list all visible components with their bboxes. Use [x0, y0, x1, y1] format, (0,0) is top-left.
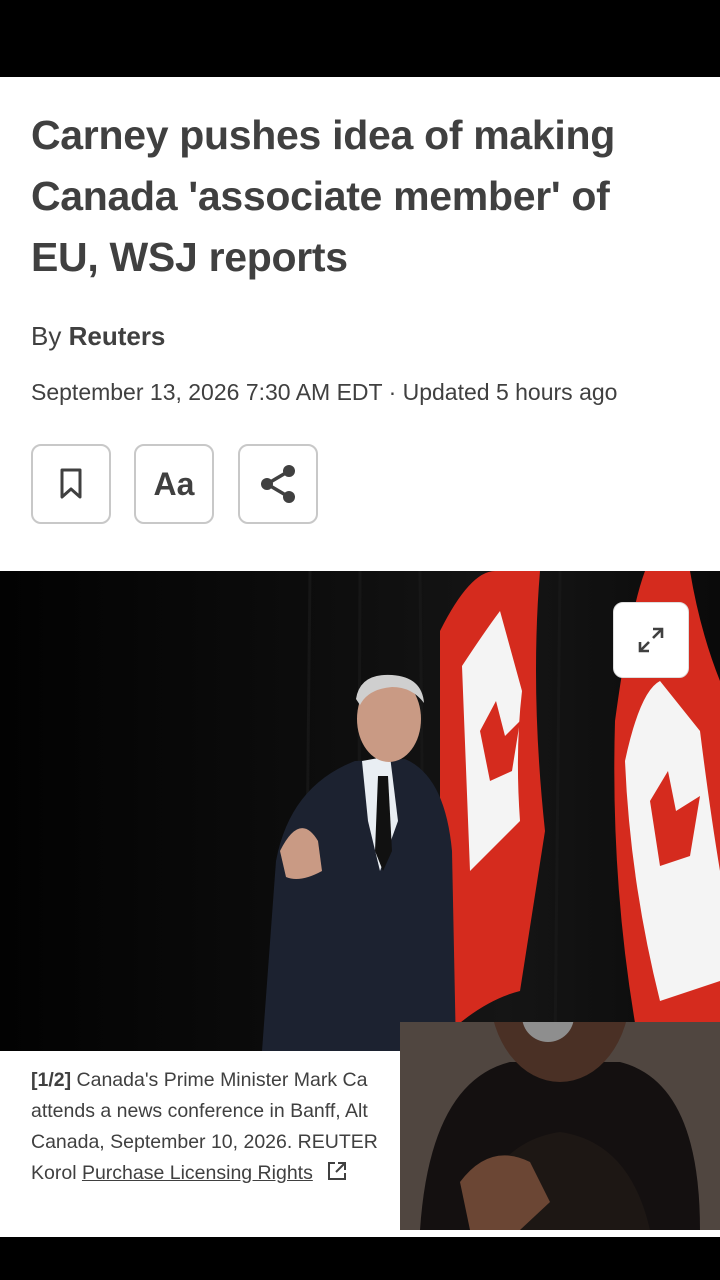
caption-text-line4: Korol — [31, 1162, 77, 1184]
expand-icon — [638, 627, 664, 653]
share-button[interactable] — [238, 444, 318, 524]
author-link[interactable]: Reuters — [69, 321, 166, 351]
caption-text-line2: attends a news conference in Banff, Alt — [31, 1100, 368, 1122]
status-bar — [0, 0, 720, 77]
navigation-bar — [0, 1237, 720, 1280]
byline-prefix: By — [31, 321, 62, 351]
licensing-link[interactable]: Purchase Licensing Rights — [82, 1162, 313, 1184]
article-headline: Carney pushes idea of making Canada 'ass… — [31, 112, 615, 280]
pip-video-overlay[interactable] — [400, 1022, 720, 1230]
presenter-video — [400, 1022, 720, 1230]
caption-index: [1/2] — [31, 1069, 72, 1091]
expand-photo-button[interactable] — [613, 602, 689, 678]
article-photo[interactable] — [0, 571, 720, 1051]
bookmark-icon — [60, 468, 82, 499]
share-icon — [261, 465, 295, 503]
external-link-icon[interactable] — [326, 1160, 348, 1182]
photo-caption: [1/2] Canada's Prime Minister Mark Ca at… — [31, 1065, 451, 1189]
dateline: September 13, 2026 7:30 AM EDT · Updated… — [31, 379, 618, 405]
byline: By Reuters — [31, 321, 165, 352]
text-size-label: Aa — [153, 465, 195, 502]
text-size-button[interactable]: Aa — [134, 444, 214, 524]
photo-image — [0, 571, 720, 1051]
caption-text-line1: Canada's Prime Minister Mark Ca — [76, 1069, 368, 1091]
bookmark-button[interactable] — [31, 444, 111, 524]
caption-text-line3: Canada, September 10, 2026. REUTER — [31, 1131, 378, 1153]
